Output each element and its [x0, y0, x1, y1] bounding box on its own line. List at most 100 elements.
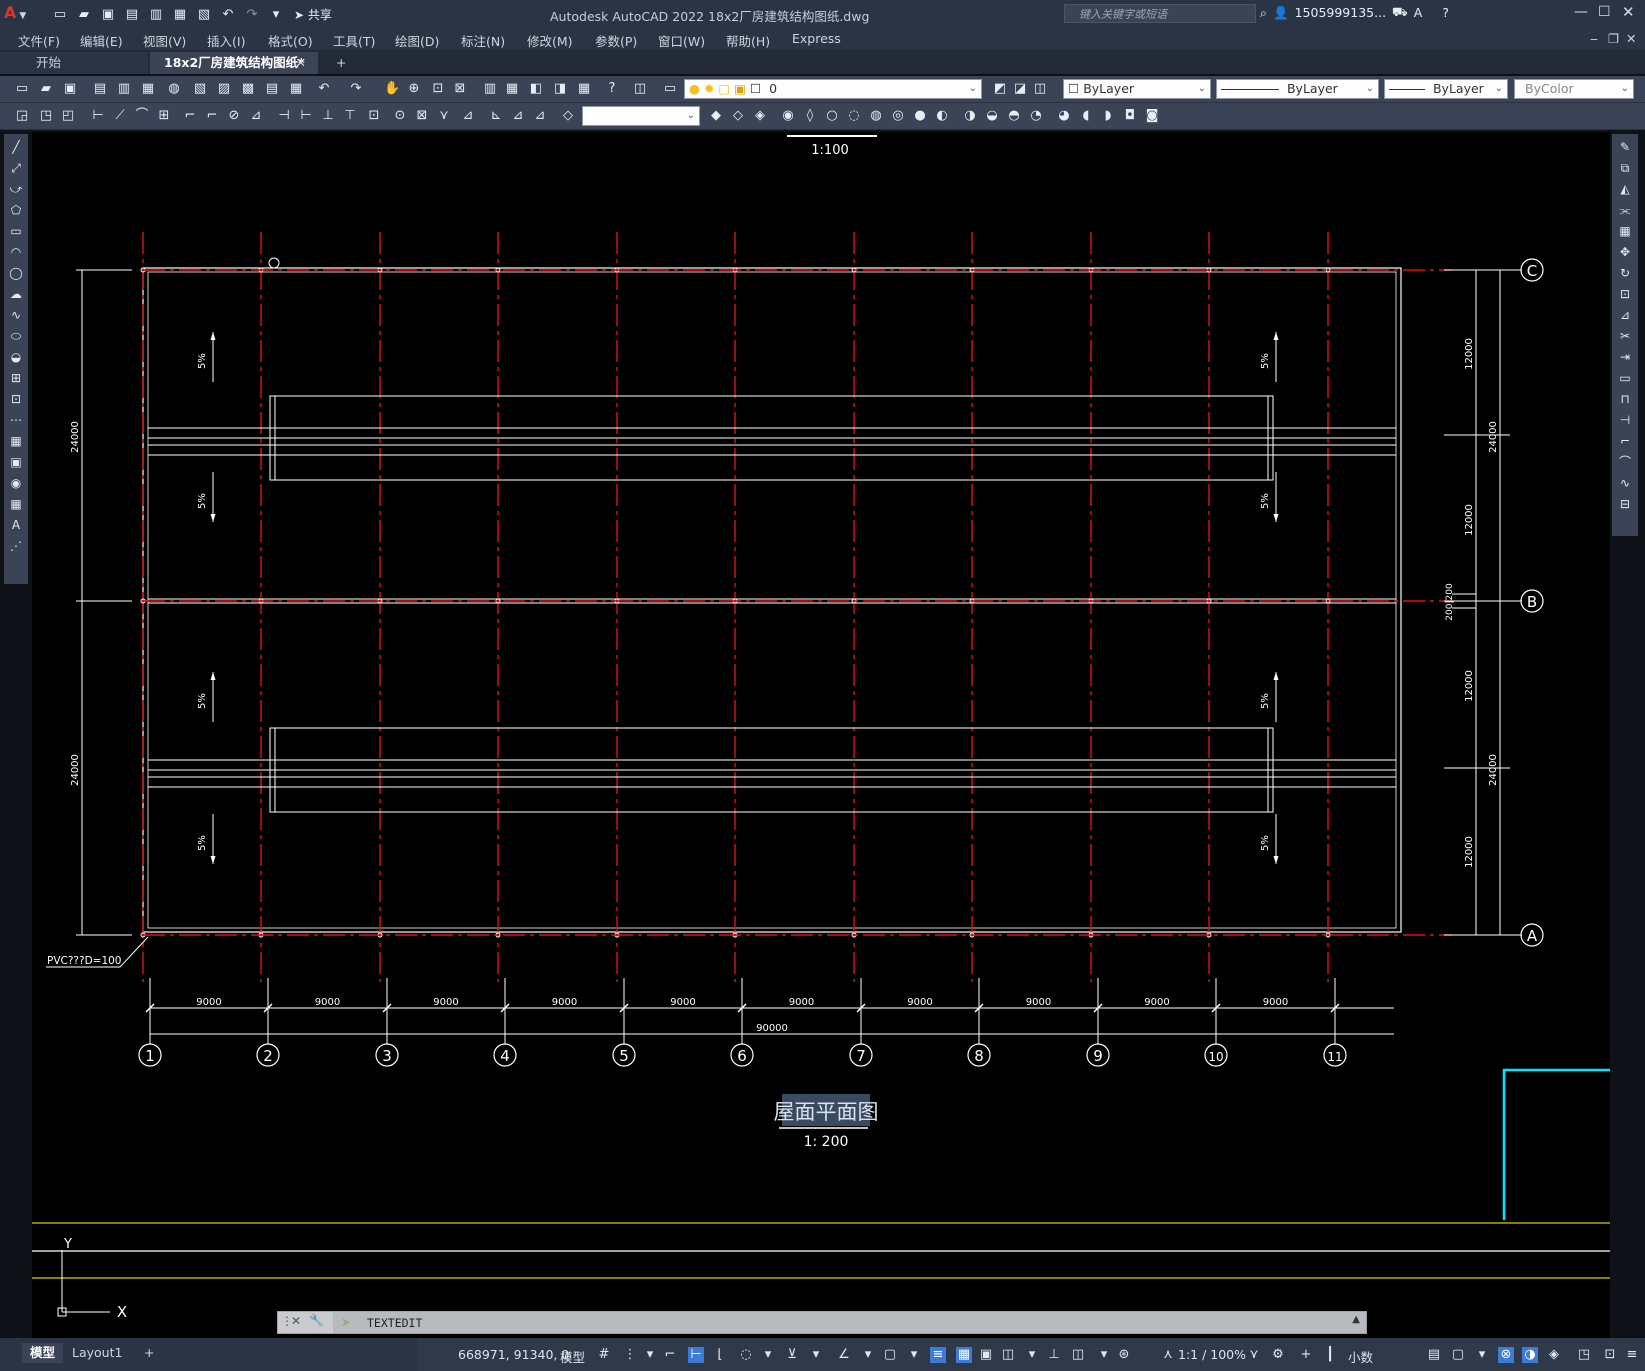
dim-edit-icon[interactable]: ⊠: [414, 108, 430, 124]
cut-icon[interactable]: ▧: [192, 81, 208, 97]
mirror-icon[interactable]: ◭: [1618, 182, 1632, 196]
units-icon[interactable]: ◫: [1070, 1347, 1086, 1363]
search-input[interactable]: 键入关键字或短语: [1064, 4, 1256, 23]
coordinates-readout[interactable]: 668971, 91340, 0: [458, 1347, 569, 1362]
isolate-icon[interactable]: ┃: [1322, 1347, 1338, 1363]
stretch-icon[interactable]: ●: [912, 108, 928, 124]
sheet-set-icon[interactable]: ◨: [552, 81, 568, 97]
chevron-up-icon[interactable]: ▲: [1352, 1314, 1360, 1325]
dynamic-input-icon[interactable]: ◫: [1000, 1347, 1016, 1363]
3d-osnap-icon[interactable]: ▣: [978, 1347, 994, 1363]
dim-jogged-icon[interactable]: ⌒: [134, 108, 150, 124]
menu-edit[interactable]: 编辑(E): [80, 31, 123, 50]
dim-continue-icon[interactable]: ⊿: [248, 108, 264, 124]
user-icon[interactable]: 👤: [1273, 5, 1289, 21]
quick-properties-icon[interactable]: ≡: [930, 1347, 946, 1363]
command-input[interactable]: ➤ TEXTEDIT ▲: [333, 1312, 1366, 1333]
properties-icon[interactable]: ▥: [482, 81, 498, 97]
stretch-icon[interactable]: ⊿: [1618, 308, 1632, 322]
graphics-perf-icon[interactable]: ◑: [1522, 1347, 1538, 1363]
layer-dropdown[interactable]: ● ✹ ▢ ▣ ☐ 0 ⌄: [684, 79, 982, 99]
menu-format[interactable]: 格式(O): [268, 31, 313, 50]
tab-model[interactable]: 模型: [22, 1343, 64, 1363]
pan-icon[interactable]: ✋: [384, 81, 400, 97]
close-icon[interactable]: ✕: [291, 1314, 301, 1328]
copy-icon[interactable]: ⧉: [1618, 161, 1632, 175]
layer-previous-icon[interactable]: ◩: [992, 81, 1008, 97]
quick-dim-icon[interactable]: ⌐: [204, 108, 220, 124]
menu-tools[interactable]: 工具(T): [333, 31, 375, 50]
export-icon[interactable]: ▦: [170, 5, 190, 23]
clean-screen-dropdown-icon[interactable]: ▾: [1474, 1347, 1490, 1363]
units-dropdown-icon[interactable]: ▾: [1096, 1347, 1112, 1363]
move-icon[interactable]: ✥: [1618, 245, 1632, 259]
hatch-icon[interactable]: ▦: [9, 434, 23, 448]
chamfer-icon[interactable]: ◔: [1028, 108, 1044, 124]
dim-radius-icon[interactable]: ⟋: [112, 108, 128, 124]
chamfer-icon[interactable]: ⌐: [1618, 434, 1632, 448]
rotate-icon[interactable]: ↻: [1618, 266, 1632, 280]
new-icon[interactable]: ▭: [662, 81, 678, 97]
lw-dropdown-icon[interactable]: ▾: [860, 1347, 876, 1363]
new-icon[interactable]: ▭: [50, 5, 70, 23]
osnap-dropdown-icon[interactable]: ▾: [760, 1347, 776, 1363]
block-icon[interactable]: ▦: [288, 81, 304, 97]
help-icon[interactable]: ?: [604, 81, 620, 97]
new-icon[interactable]: ▭: [14, 81, 30, 97]
rotate-icon[interactable]: ◍: [868, 108, 884, 124]
print-icon[interactable]: ▧: [194, 5, 214, 23]
menu-dimension[interactable]: 标注(N): [461, 31, 505, 50]
save-icon[interactable]: ▣: [62, 81, 78, 97]
ortho-icon[interactable]: ⌐: [662, 1347, 678, 1363]
table-icon[interactable]: ▦: [9, 497, 23, 511]
scale-icon[interactable]: ◎: [890, 108, 906, 124]
explode-icon[interactable]: ⊟: [1618, 497, 1632, 511]
autoscale-icon[interactable]: ⋎: [1246, 1347, 1262, 1363]
wrench-icon[interactable]: 🔧: [309, 1313, 324, 1327]
tab-layout1[interactable]: Layout1: [64, 1343, 130, 1363]
minimize-button[interactable]: —: [1574, 4, 1588, 20]
dim-linear-icon[interactable]: ⊿: [510, 108, 526, 124]
annotation-visibility-icon[interactable]: ⋏: [1160, 1347, 1176, 1363]
user-account[interactable]: 1505999135...: [1295, 5, 1386, 20]
share-button[interactable]: ➤ 共享: [294, 6, 332, 23]
scale-icon[interactable]: ⊡: [1618, 287, 1632, 301]
maximize-button[interactable]: ☐: [1598, 4, 1611, 20]
fillet-icon[interactable]: ◕: [1056, 108, 1072, 124]
trim-icon[interactable]: ✂: [1618, 329, 1632, 343]
point-icon[interactable]: ⋯: [9, 413, 23, 427]
rectangle-icon[interactable]: ▭: [9, 224, 23, 238]
center-mark-icon[interactable]: ⊤: [342, 108, 358, 124]
ellipse-arc-icon[interactable]: ◒: [9, 350, 23, 364]
clean-screen-icon[interactable]: ◳: [1576, 1347, 1592, 1363]
drawing-title[interactable]: 屋面平面图: [774, 1100, 879, 1124]
open-icon[interactable]: ▰: [38, 81, 54, 97]
add-selected-icon[interactable]: ⋰: [9, 539, 23, 553]
dim-linear-icon[interactable]: ◲: [14, 108, 30, 124]
menu-icon[interactable]: ≡: [1624, 1347, 1640, 1363]
menu-parametric[interactable]: 参数(P): [595, 31, 637, 50]
grid-icon[interactable]: #: [596, 1347, 612, 1363]
transparency-dropdown-icon[interactable]: ▾: [906, 1347, 922, 1363]
zoom-previous-icon[interactable]: ⊠: [452, 81, 468, 97]
dim-arc-icon[interactable]: ◰: [60, 108, 76, 124]
revcloud-icon[interactable]: ☁: [9, 287, 23, 301]
align-icon[interactable]: ◙: [1144, 108, 1160, 124]
workspace-icon[interactable]: ▾: [266, 5, 286, 23]
settings-gear-icon[interactable]: ⚙: [1270, 1347, 1286, 1363]
color-dropdown[interactable]: ☐ ByLayer ⌄: [1063, 79, 1211, 99]
isodraft-icon[interactable]: ⌊: [712, 1347, 728, 1363]
insert-block-icon[interactable]: ⊞: [9, 371, 23, 385]
dynamic-ucs-icon[interactable]: ⊻: [784, 1347, 800, 1363]
blend-icon[interactable]: ◗: [1100, 108, 1116, 124]
markup-icon[interactable]: ▦: [576, 81, 592, 97]
design-center-icon[interactable]: ▦: [504, 81, 520, 97]
dim-ordinate-icon[interactable]: ⊢: [90, 108, 106, 124]
transparency-icon[interactable]: ▢: [882, 1347, 898, 1363]
close-button[interactable]: ✕: [1622, 3, 1635, 21]
zoom-realtime-icon[interactable]: ⊕: [406, 81, 422, 97]
dim-style-icon[interactable]: ⊾: [488, 108, 504, 124]
dim-baseline-icon[interactable]: ⊘: [226, 108, 242, 124]
pedit-icon[interactable]: ◘: [1122, 108, 1138, 124]
dim-aligned-icon[interactable]: ⊿: [532, 108, 548, 124]
